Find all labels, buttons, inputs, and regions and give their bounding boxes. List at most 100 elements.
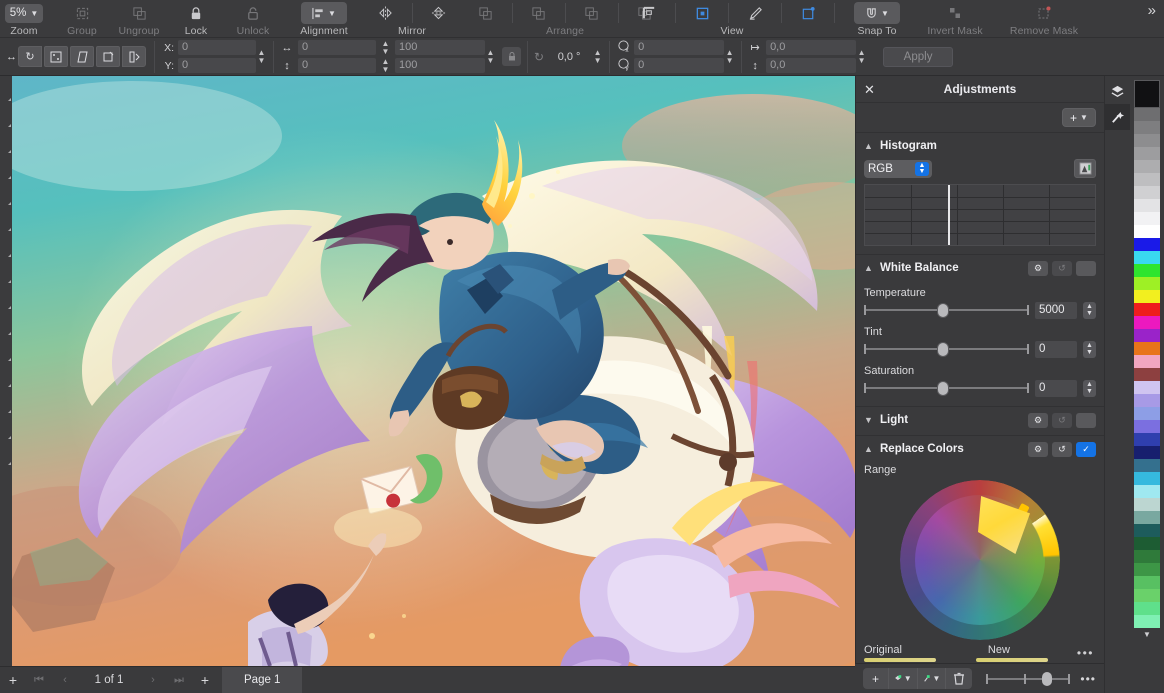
crop-view-icon[interactable]	[680, 2, 724, 24]
scale-width-input[interactable]: 100	[395, 40, 485, 55]
swatch-8[interactable]	[1134, 212, 1160, 225]
swatch-0[interactable]	[1134, 108, 1160, 121]
swatch-10[interactable]	[1134, 238, 1160, 251]
view-icon[interactable]	[733, 2, 777, 24]
section-white-balance-header[interactable]: ▲ White Balance ⚙ ↺	[856, 255, 1104, 281]
offset-y-input[interactable]: 0,0	[766, 58, 856, 73]
histogram-channel-dropdown[interactable]: RGB ▲▼	[864, 160, 932, 178]
tool-zoom[interactable]	[0, 416, 12, 442]
height-stepper[interactable]: ▲▼	[380, 58, 391, 73]
page-tab-1[interactable]: Page 1	[222, 667, 302, 693]
tool-clone[interactable]	[0, 260, 12, 286]
add-layer-button[interactable]: +	[863, 668, 889, 689]
replace-colors-reset-icon[interactable]: ↺	[1052, 442, 1072, 457]
rotate-icon[interactable]: ↻	[18, 46, 42, 67]
white-balance-settings-icon[interactable]: ⚙	[1028, 261, 1048, 276]
swatch-25[interactable]	[1134, 433, 1160, 446]
pixel-view-icon[interactable]	[786, 2, 830, 24]
section-replace-colors-header[interactable]: ▲ Replace Colors ⚙ ↺ ✓	[856, 436, 1104, 462]
swatch-21[interactable]	[1134, 381, 1160, 394]
swatch-23[interactable]	[1134, 407, 1160, 420]
guides-icon[interactable]	[627, 2, 671, 24]
unlock-icon[interactable]	[231, 2, 275, 24]
swatch-list[interactable]	[1134, 108, 1160, 628]
white-balance-enable-checkbox[interactable]	[1076, 261, 1096, 276]
arrange-backward-icon[interactable]	[570, 2, 614, 24]
replace-colors-enable-checkbox[interactable]: ✓	[1076, 442, 1096, 457]
panel-more-icon[interactable]: •••	[1077, 646, 1094, 660]
arrange-forward-icon[interactable]	[517, 2, 561, 24]
swatch-27[interactable]	[1134, 459, 1160, 472]
last-page-button[interactable]: ⏭	[166, 667, 192, 693]
y-input[interactable]: 0	[178, 58, 256, 73]
swatch-38[interactable]	[1134, 602, 1160, 615]
histogram-graph[interactable]	[864, 184, 1096, 246]
position-stepper[interactable]: ▲▼	[256, 42, 267, 72]
swatch-22[interactable]	[1134, 394, 1160, 407]
light-reset-icon[interactable]: ↺	[1052, 413, 1072, 428]
swatch-18[interactable]	[1134, 342, 1160, 355]
document-canvas[interactable]	[12, 76, 855, 666]
swatch-34[interactable]	[1134, 550, 1160, 563]
tint-stepper[interactable]: ▲▼	[1083, 341, 1096, 358]
lock-aspect-ratio-button[interactable]	[502, 47, 521, 66]
saturation-slider[interactable]	[864, 380, 1029, 396]
swatch-1[interactable]	[1134, 121, 1160, 134]
add-adjustment-button[interactable]: + ▼	[1062, 108, 1096, 127]
offset-x-input[interactable]: 0,0	[766, 40, 856, 55]
close-icon[interactable]: ✕	[864, 83, 875, 96]
swatch-31[interactable]	[1134, 511, 1160, 524]
perspective-icon[interactable]	[96, 46, 120, 67]
saturation-stepper[interactable]: ▲▼	[1083, 380, 1096, 397]
section-light-header[interactable]: ▼ Light ⚙ ↺	[856, 407, 1104, 433]
temperature-stepper[interactable]: ▲▼	[1083, 302, 1096, 319]
zoom-level-dropdown[interactable]: 5% ▼	[5, 4, 44, 23]
swatch-12[interactable]	[1134, 264, 1160, 277]
apply-button[interactable]: Apply	[883, 47, 953, 67]
toolbar-overflow-icon[interactable]: »	[1140, 0, 1164, 22]
temperature-slider[interactable]	[864, 302, 1029, 318]
swatch-30[interactable]	[1134, 498, 1160, 511]
shear-y-input[interactable]: 0	[634, 58, 724, 73]
swatch-3[interactable]	[1134, 147, 1160, 160]
swatch-33[interactable]	[1134, 537, 1160, 550]
saturation-value[interactable]: 0	[1035, 380, 1077, 397]
swatch-29[interactable]	[1134, 485, 1160, 498]
adjustments-icon[interactable]	[1105, 104, 1131, 130]
group-icon[interactable]	[60, 2, 104, 24]
swatch-14[interactable]	[1134, 290, 1160, 303]
mirror-horizontal-icon[interactable]	[364, 2, 408, 24]
width-stepper[interactable]: ▲▼	[380, 40, 391, 55]
remove-mask-icon[interactable]	[1022, 2, 1066, 24]
tool-retouch[interactable]	[0, 286, 12, 312]
flip-icon[interactable]	[122, 46, 146, 67]
scale-height-input[interactable]: 100	[395, 58, 485, 73]
swatch-39[interactable]	[1134, 615, 1160, 628]
add-page-right-button[interactable]: +	[192, 667, 218, 693]
scale-stepper[interactable]: ▲▼	[485, 42, 496, 72]
new-swatch-sliders[interactable]	[976, 658, 1080, 662]
mask-icon[interactable]: ▼	[918, 668, 947, 689]
tool-color-picker[interactable]	[0, 442, 12, 468]
temperature-value[interactable]: 5000	[1035, 302, 1077, 319]
adjustment-layer-icon[interactable]: ▼	[889, 668, 918, 689]
shear-x-input[interactable]: 0	[634, 40, 724, 55]
tool-paint-brush[interactable]	[0, 208, 12, 234]
section-histogram-header[interactable]: ▲ Histogram	[856, 133, 1104, 159]
color-wheel-range-arc[interactable]	[900, 480, 1060, 640]
tool-move[interactable]	[0, 78, 12, 104]
replace-colors-settings-icon[interactable]: ⚙	[1028, 442, 1048, 457]
lock-icon[interactable]	[174, 2, 218, 24]
tool-text[interactable]	[0, 364, 12, 390]
swatch-7[interactable]	[1134, 199, 1160, 212]
scale-icon[interactable]	[44, 46, 68, 67]
x-input[interactable]: 0	[178, 40, 256, 55]
opacity-slider[interactable]	[986, 671, 1070, 687]
swatch-6[interactable]	[1134, 186, 1160, 199]
chevron-up-icon[interactable]: ▲	[864, 444, 873, 454]
swatch-current-color[interactable]	[1134, 80, 1160, 108]
swatch-32[interactable]	[1134, 524, 1160, 537]
chevron-up-icon[interactable]: ▲	[864, 263, 873, 273]
color-wheel[interactable]	[900, 480, 1060, 640]
chevron-down-icon[interactable]: ▼	[864, 415, 873, 425]
